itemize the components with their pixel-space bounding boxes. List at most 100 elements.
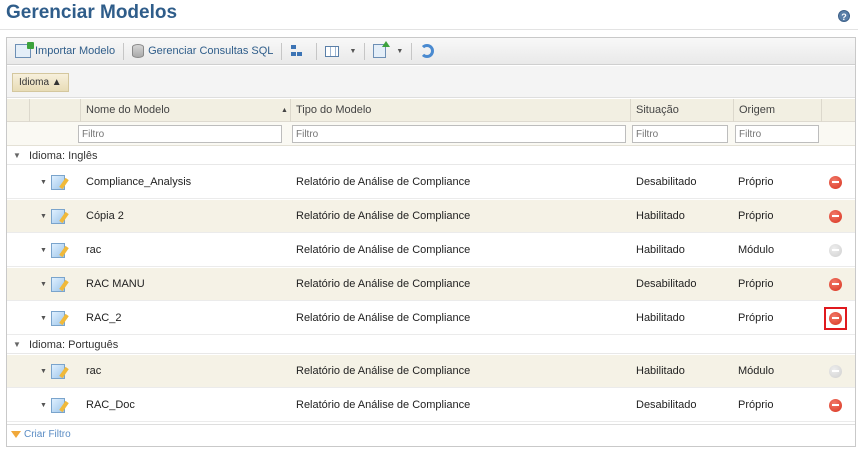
column-header-name[interactable]: Nome do Modelo ▲	[80, 99, 290, 122]
group-label: Idioma: Inglês	[29, 150, 98, 162]
filter-name-input[interactable]	[78, 125, 282, 143]
manage-sql-label: Gerenciar Consultas SQL	[148, 45, 274, 57]
row-menu-caret-icon[interactable]: ▼	[40, 166, 47, 199]
cell-origin: Próprio	[738, 210, 774, 222]
header-actions-col	[821, 99, 855, 122]
group-header-portuguese[interactable]: ▼ Idioma: Português	[7, 336, 855, 354]
grid-footer: Criar Filtro	[7, 424, 855, 446]
refresh-button[interactable]	[416, 41, 442, 62]
cell-type: Relatório de Análise de Compliance	[296, 176, 471, 188]
chevron-down-icon: ▼	[396, 47, 404, 55]
header-expand-col	[7, 99, 29, 122]
toolbar-separator	[364, 42, 366, 60]
cell-type: Relatório de Análise de Compliance	[296, 244, 471, 256]
edit-template-icon[interactable]	[51, 243, 65, 258]
group-header-english[interactable]: ▼ Idioma: Inglês	[7, 147, 855, 165]
cell-name[interactable]: RAC MANU	[86, 268, 286, 301]
cell-status: Desabilitado	[636, 399, 697, 411]
table-row[interactable]: ▼ Cópia 2 Relatório de Análise de Compli…	[7, 200, 855, 233]
cell-origin: Módulo	[738, 244, 775, 256]
delete-disabled-icon	[829, 244, 842, 257]
chevron-down-icon: ▼	[349, 47, 357, 55]
manage-sql-button[interactable]: Gerenciar Consultas SQL	[128, 41, 277, 62]
edit-template-icon[interactable]	[51, 209, 65, 224]
hierarchy-button[interactable]	[286, 41, 312, 62]
toolbar-separator	[123, 42, 125, 60]
cell-status: Habilitado	[636, 365, 685, 377]
columns-icon	[325, 45, 340, 57]
edit-template-icon[interactable]	[51, 277, 65, 292]
toolbar-separator	[281, 42, 283, 60]
delete-icon[interactable]	[829, 278, 842, 291]
cell-type: Relatório de Análise de Compliance	[296, 399, 471, 411]
funnel-icon	[11, 431, 21, 438]
cell-status: Habilitado	[636, 210, 685, 222]
column-header-origin[interactable]: Origem	[733, 99, 821, 122]
sort-ascending-icon: ▲	[281, 107, 288, 114]
delete-icon[interactable]	[829, 210, 842, 223]
toolbar-separator	[411, 42, 413, 60]
row-menu-caret-icon[interactable]: ▼	[40, 302, 47, 335]
table-row[interactable]: ▼ rac Relatório de Análise de Compliance…	[7, 234, 855, 267]
cell-name[interactable]: RAC_Doc	[86, 389, 286, 422]
filter-status-input[interactable]	[632, 125, 728, 143]
cell-origin: Módulo	[738, 365, 775, 377]
row-menu-caret-icon[interactable]: ▼	[40, 234, 47, 267]
table-row[interactable]: ▼ RAC_2 Relatório de Análise de Complian…	[7, 302, 855, 335]
hierarchy-icon	[290, 44, 304, 58]
edit-template-icon[interactable]	[51, 175, 65, 190]
create-filter-link[interactable]: Criar Filtro	[11, 429, 71, 440]
export-menu-button[interactable]: ▼	[369, 41, 407, 62]
toolbar-separator	[316, 42, 318, 60]
column-header-status[interactable]: Situação	[630, 99, 733, 122]
chevron-down-icon: ▼	[13, 151, 21, 160]
edit-template-icon[interactable]	[51, 311, 65, 326]
table-row[interactable]: ▼ rac Relatório de Análise de Compliance…	[7, 355, 855, 388]
columns-menu-button[interactable]: ▼	[321, 41, 360, 62]
cell-status: Desabilitado	[636, 176, 697, 188]
table-row[interactable]: ▼ RAC_Doc Relatório de Análise de Compli…	[7, 389, 855, 422]
import-model-button[interactable]: Importar Modelo	[11, 41, 119, 62]
toolbar: Importar Modelo Gerenciar Consultas SQL …	[7, 38, 855, 65]
cell-name[interactable]: rac	[86, 355, 286, 388]
table-row[interactable]: ▼ Compliance_Analysis Relatório de Análi…	[7, 166, 855, 199]
cell-name[interactable]: Compliance_Analysis	[86, 166, 286, 199]
group-by-area: Idioma ▲	[7, 66, 855, 98]
cell-name[interactable]: rac	[86, 234, 286, 267]
cell-name[interactable]: Cópia 2	[86, 200, 286, 233]
cell-status: Habilitado	[636, 312, 685, 324]
delete-icon[interactable]	[829, 176, 842, 189]
cell-type: Relatório de Análise de Compliance	[296, 365, 471, 377]
edit-template-icon[interactable]	[51, 364, 65, 379]
import-model-label: Importar Modelo	[35, 45, 116, 57]
filter-type-input[interactable]	[292, 125, 626, 143]
page-header: Gerenciar Modelos ?	[0, 0, 858, 30]
import-icon	[15, 42, 34, 58]
database-icon	[132, 44, 145, 58]
column-header-type[interactable]: Tipo do Modelo	[290, 99, 630, 122]
help-icon[interactable]: ?	[838, 10, 850, 22]
refresh-icon	[420, 44, 435, 58]
delete-icon[interactable]	[829, 312, 842, 325]
cell-origin: Próprio	[738, 399, 774, 411]
filter-origin-input[interactable]	[735, 125, 819, 143]
filter-row	[7, 122, 855, 146]
table-header: Nome do Modelo ▲ Tipo do Modelo Situação…	[7, 99, 855, 122]
cell-origin: Próprio	[738, 312, 774, 324]
cell-status: Habilitado	[636, 244, 685, 256]
edit-template-icon[interactable]	[51, 398, 65, 413]
row-menu-caret-icon[interactable]: ▼	[40, 268, 47, 301]
column-header-name-label: Nome do Modelo	[86, 104, 170, 116]
delete-icon[interactable]	[829, 399, 842, 412]
row-menu-caret-icon[interactable]: ▼	[40, 355, 47, 388]
cell-type: Relatório de Análise de Compliance	[296, 278, 471, 290]
table-row[interactable]: ▼ RAC MANU Relatório de Análise de Compl…	[7, 268, 855, 301]
group-chip-language[interactable]: Idioma ▲	[12, 73, 69, 92]
models-panel: Importar Modelo Gerenciar Consultas SQL …	[6, 37, 856, 447]
group-label: Idioma: Português	[29, 339, 119, 351]
row-menu-caret-icon[interactable]: ▼	[40, 200, 47, 233]
create-filter-label: Criar Filtro	[24, 429, 71, 440]
row-menu-caret-icon[interactable]: ▼	[40, 389, 47, 422]
cell-name[interactable]: RAC_2	[86, 302, 286, 335]
cell-status: Desabilitado	[636, 278, 697, 290]
